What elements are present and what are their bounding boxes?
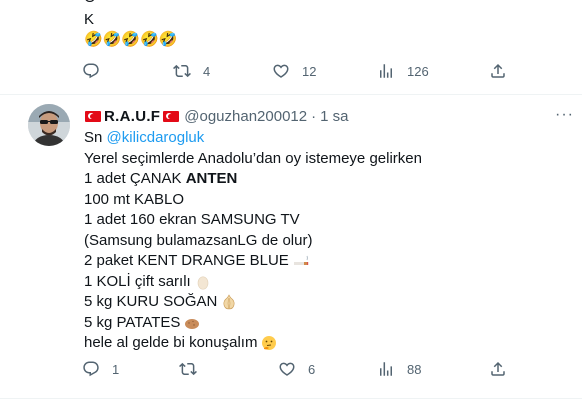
avatar-photo-icon — [28, 104, 70, 146]
egg-icon — [197, 276, 209, 290]
sn-prefix: Sn — [84, 129, 107, 146]
previous-views-count: 126 — [407, 63, 429, 79]
views-icon — [380, 362, 392, 376]
user-handle[interactable]: @oguzhan200012 — [184, 108, 307, 125]
cigarette-icon — [293, 256, 309, 266]
like-icon — [273, 64, 289, 78]
previous-retweet-button[interactable]: 4 — [173, 62, 210, 80]
retweet-icon — [179, 362, 197, 376]
turkish-flag-icon — [85, 110, 101, 122]
anten-bold: ANTEN — [185, 170, 238, 187]
tweet-timestamp[interactable]: 1 sa — [320, 108, 348, 125]
potato-text: 5 kg PATATES — [84, 313, 181, 331]
bottom-divider — [0, 398, 582, 399]
cigarette-text: 2 paket KENT DRANGE BLUE — [84, 252, 289, 269]
display-name[interactable]: R.A.U.F — [104, 108, 160, 125]
avatar[interactable] — [28, 104, 70, 146]
body-line-canak: 1 adet ÇANAK ANTEN — [84, 169, 564, 190]
previous-like-button[interactable]: 12 — [272, 62, 316, 80]
body-line-potato: 5 kg PATATES — [84, 313, 564, 334]
tweet-header: R.A.U.F @oguzhan200012 · 1 sa — [84, 106, 348, 126]
views-count: 88 — [407, 361, 422, 377]
reply-button[interactable]: 1 — [82, 360, 119, 378]
canak-text: 1 adet ÇANAK — [84, 170, 186, 187]
egg-text: 1 KOLİ çift sarılı — [84, 272, 191, 290]
share-button[interactable] — [489, 360, 507, 378]
previous-retweet-count: 4 — [203, 63, 211, 79]
tweet-divider — [0, 94, 582, 95]
mention-link[interactable]: @kilicdarogluk — [107, 128, 205, 149]
body-line-note: (Samsung bulamazsanLG de olur) — [84, 231, 313, 249]
reply-count: 1 — [112, 361, 120, 377]
retweet-icon — [173, 64, 191, 78]
onion-icon — [223, 294, 235, 310]
turkish-flag-icon — [163, 110, 180, 122]
previous-reply-button[interactable] — [82, 62, 112, 80]
previous-tweet-line-2: K — [84, 11, 95, 28]
end-text: hele al gelde bi konuşalım — [84, 334, 258, 351]
previous-tweet-emoji-line: 🤣🤣🤣🤣🤣 — [84, 31, 178, 48]
like-count: 6 — [308, 361, 316, 377]
onion-text: 5 kg KURU SOĞAN — [84, 293, 218, 310]
reply-icon — [83, 63, 99, 79]
body-line-onion: 5 kg KURU SOĞAN — [84, 292, 564, 313]
tweet-body: Sn @kilicdarogluk Yerel seçimlerde Anado… — [84, 128, 564, 354]
retweet-button[interactable] — [179, 360, 209, 378]
like-button[interactable]: 6 — [278, 360, 315, 378]
body-line-end: hele al gelde bi konuşalım — [84, 333, 564, 354]
potato-icon — [185, 318, 200, 329]
body-line-mention: Sn @kilicdarogluk — [84, 128, 564, 149]
body-line-intro: Yerel seçimlerde Anadolu’dan oy istemeye… — [84, 149, 422, 167]
previous-like-count: 12 — [302, 63, 317, 79]
previous-share-button[interactable] — [489, 62, 507, 80]
body-line-egg: 1 KOLİ çift sarılı — [84, 272, 564, 293]
body-line-kablo: 100 mt KABLO — [84, 190, 185, 208]
previous-views-button[interactable]: 126 — [377, 62, 429, 80]
share-icon — [491, 361, 505, 376]
reply-icon — [83, 361, 99, 377]
like-icon — [279, 362, 295, 376]
views-button[interactable]: 88 — [377, 360, 421, 378]
thinking-face-icon — [262, 336, 277, 351]
more-icon[interactable]: ··· — [555, 106, 574, 124]
body-line-cigarette: 2 paket KENT DRANGE BLUE — [84, 251, 564, 272]
share-icon — [491, 63, 505, 78]
header-separator: · — [311, 107, 317, 125]
views-icon — [380, 64, 392, 78]
body-line-tv: 1 adet 160 ekran SAMSUNG TV — [84, 211, 300, 228]
previous-tweet-line-1: O — [84, 0, 96, 8]
